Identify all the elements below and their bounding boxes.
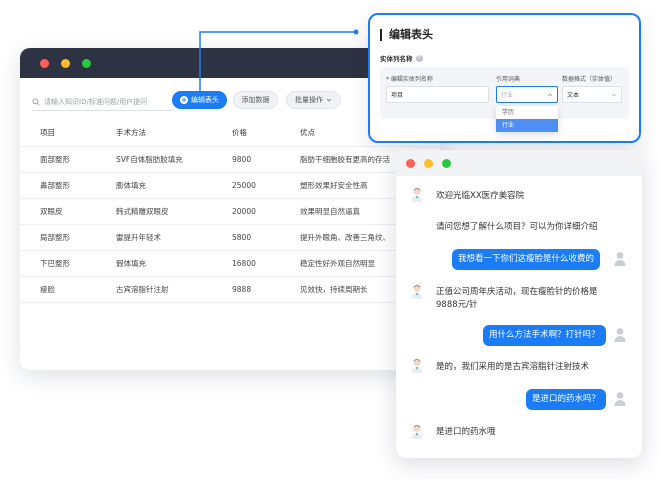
close-chat-button[interactable] (406, 158, 415, 168)
plus-circle-icon: + (180, 96, 188, 104)
chat-message-bot: 是的，我们采用的是古宾溶脂针注射技术 (430, 357, 596, 378)
table-row[interactable]: 下巴整形 假体填充 16800 稳定性好外观自然明显 (20, 250, 440, 277)
dropdown-option-selected[interactable]: 行业 (496, 119, 558, 132)
maximize-chat-button[interactable] (442, 158, 451, 168)
bot-avatar-icon (411, 285, 423, 299)
table-cell: 古宾溶脂针注射 (96, 276, 212, 303)
dict-select-value: 行业 (501, 92, 514, 99)
table-cell: 鼻部整形 (20, 172, 96, 199)
chevron-down-icon (326, 98, 332, 102)
search-placeholder: 请输入知识ID/标准问题/用户提问 (44, 97, 148, 106)
user-avatar-icon (614, 392, 626, 406)
table-cell: 下巴整形 (20, 250, 96, 277)
bot-avatar-icon (411, 425, 423, 439)
batch-ops-label: 批量操作 (295, 96, 323, 104)
table-cell: 25000 (212, 172, 280, 199)
table-cell: 9888 (212, 276, 280, 303)
chat-message-bot: 正值公司周年庆活动，现在瘦脸针的价格是9888元/针 (430, 282, 610, 316)
chat-message-bot: 请问您想了解什么项目？可以为你详细介绍 (430, 217, 604, 238)
table-cell: 韩式精雕双眼皮 (96, 198, 212, 225)
dict-dropdown-menu: 学历 行业 (496, 106, 558, 132)
table-row[interactable]: 瘦脸 古宾溶脂针注射 9888 见效快，持续周期长 (20, 276, 440, 303)
add-data-button[interactable]: 添加数据 (233, 91, 278, 109)
table-cell: 5800 (212, 224, 280, 251)
chevron-down-icon (611, 93, 617, 97)
chat-message-user: 是进口的药水吗？ (526, 389, 607, 410)
user-avatar-icon (614, 252, 626, 266)
table-cell: 面部整形 (20, 146, 96, 173)
column-header[interactable]: 价格 (212, 120, 280, 147)
search-input[interactable]: 请输入知识ID/标准问题/用户提问 (32, 93, 174, 111)
table-cell: 9800 (212, 146, 280, 173)
table-row[interactable]: 鼻部整形 膨体填充 25000 塑形效果好安全性高 (20, 172, 440, 199)
dict-select[interactable]: 行业 (496, 86, 558, 103)
bot-avatar-icon (411, 188, 423, 202)
column-name-value: 项目 (391, 92, 404, 99)
table-cell: 双眼皮 (20, 198, 96, 225)
bot-avatar-icon (411, 359, 423, 373)
chevron-up-icon (547, 92, 553, 96)
column-name-label: * 编辑实体列名称 (386, 76, 433, 83)
info-icon[interactable]: ? (415, 54, 423, 62)
table-cell: SVF自体脂肪胶填充 (96, 146, 212, 173)
batch-ops-button[interactable]: 批量操作 (286, 91, 341, 109)
table-row[interactable]: 面部整形 SVF自体脂肪胶填充 9800 脂肪干细胞胶有更高的存活 (20, 146, 440, 173)
column-name-input[interactable]: 项目 (386, 86, 489, 103)
dropdown-option[interactable]: 学历 (496, 106, 558, 119)
dialog-title: 编辑表头 (380, 29, 433, 41)
data-table: 项目 手术方法 价格 优点 面部整形 SVF自体脂肪胶填充 9800 脂肪干细胞… (20, 120, 440, 303)
table-row[interactable]: 局部整形 雷提升年轻术 5800 提升外眼角、改善三角纹、 (20, 224, 440, 251)
format-label: 数据格式（实体值） (562, 76, 617, 83)
user-avatar-icon (614, 328, 626, 342)
close-window-button[interactable] (40, 58, 49, 68)
table-cell: 瘦脸 (20, 276, 96, 303)
format-select-value: 文本 (567, 92, 580, 99)
chat-message-bot: 是进口的药水哦 (430, 422, 502, 443)
format-select[interactable]: 文本 (562, 86, 622, 103)
table-cell: 假体填充 (96, 250, 212, 277)
edit-header-button[interactable]: + 编辑表头 (172, 91, 227, 109)
table-row[interactable]: 双眼皮 韩式精雕双眼皮 20000 效果明显自然逼真 (20, 198, 440, 225)
table-cell: 局部整形 (20, 224, 96, 251)
maximize-window-button[interactable] (82, 58, 91, 68)
chat-window: 欢迎光临XX医疗美容院 请问您想了解什么项目？可以为你详细介绍 我想看一下你们这… (396, 150, 642, 458)
chat-message-user: 我想看一下你们这瘦脸是什么收费的 (452, 249, 601, 270)
table-cell: 20000 (212, 198, 280, 225)
column-header[interactable]: 手术方法 (96, 120, 212, 147)
table-cell: 雷提升年轻术 (96, 224, 212, 251)
column-header[interactable]: 项目 (20, 120, 96, 147)
table-cell: 膨体填充 (96, 172, 212, 199)
minimize-window-button[interactable] (61, 58, 70, 68)
dict-label: 引用词典 (496, 76, 521, 83)
chat-message-bot: 欢迎光临XX医疗美容院 (430, 186, 531, 207)
edit-header-dialog: 编辑表头 实体列名称 ? * 编辑实体列名称 引用词典 数据格式（实体值） 项目… (368, 13, 641, 143)
dialog-subtitle: 实体列名称 ? (380, 53, 423, 63)
add-data-label: 添加数据 (241, 96, 270, 104)
search-icon (32, 97, 40, 106)
chat-titlebar (396, 150, 642, 176)
subtitle-text: 实体列名称 (380, 55, 413, 63)
table-cell: 16800 (212, 250, 280, 277)
chat-message-user: 用什么方法手术啊？打针吗？ (483, 325, 606, 346)
edit-header-label: 编辑表头 (191, 96, 219, 104)
minimize-chat-button[interactable] (424, 158, 433, 168)
